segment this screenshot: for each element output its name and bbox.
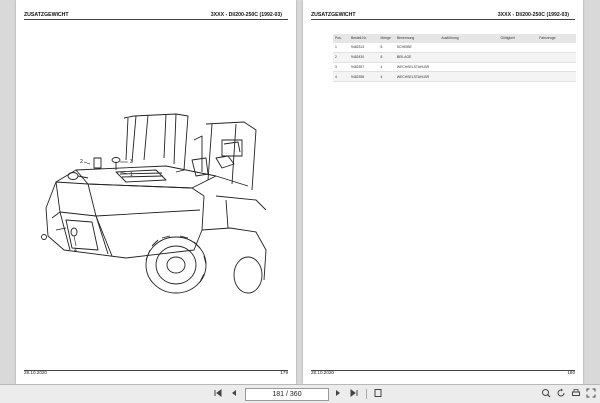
table-cell: [537, 42, 576, 53]
toolbar-separator: [366, 389, 367, 399]
footer-page-number: 179: [280, 370, 288, 375]
first-page-icon[interactable]: [212, 388, 224, 400]
parts-table: Pos. Bestell-Nr. Menge Benennung Ausführ…: [333, 34, 576, 83]
page-footer: 28.10.2020 180: [311, 370, 575, 378]
table-cell: [439, 62, 499, 73]
fullscreen-icon[interactable]: [585, 388, 597, 400]
callout-label: 1: [130, 172, 133, 178]
table-row: 4 9482398 4 WECHSELSTAHLBR: [333, 71, 576, 83]
table-cell: [498, 52, 538, 63]
header-model: 3XXX - DI/200-250C (1992-03): [497, 12, 569, 18]
callout-label: 2: [80, 159, 83, 165]
last-page-icon[interactable]: [348, 388, 360, 400]
table-header-row: Pos. Bestell-Nr. Menge Benennung Ausführ…: [333, 34, 576, 43]
page-number-input[interactable]: 181 / 360: [245, 388, 329, 401]
table-cell: [439, 71, 499, 83]
page-footer: 28.10.2020 179: [24, 370, 288, 378]
right-page: ZUSATZGEWICHT 3XXX - DI/200-250C (1992-0…: [303, 0, 583, 384]
column-header: Pos.: [333, 34, 349, 43]
fit-page-icon[interactable]: [372, 388, 384, 400]
table-row: 3 9482397 4 WECHSELSTAHLBR: [333, 62, 576, 73]
table-cell: WECHSELSTAHLBR: [394, 62, 440, 73]
forklift-counterweight-drawing: 2 3 1 4: [41, 113, 267, 294]
table-cell: [439, 42, 499, 53]
table-cell: 8: [378, 52, 395, 63]
table-cell: [439, 52, 499, 63]
column-header: Gültigkeit: [498, 34, 538, 43]
print-icon[interactable]: [570, 388, 582, 400]
table-cell: [537, 71, 576, 83]
table-cell: 4: [333, 71, 349, 83]
table-cell: 4: [378, 71, 395, 83]
header-title: ZUSATZGEWICHT: [311, 12, 356, 18]
table-cell: BEILAGE: [394, 52, 440, 63]
footer-date: 28.10.2020: [24, 370, 47, 375]
zoom-icon[interactable]: [540, 388, 552, 400]
table-row: 2 9482430 8 BEILAGE: [333, 52, 576, 63]
column-header: Menge: [378, 34, 395, 43]
table-cell: 8: [378, 42, 395, 53]
table-cell: [498, 71, 538, 83]
column-header: Ausführung: [439, 34, 499, 43]
document-viewer: ZUSATZGEWICHT 3XXX - DI/200-250C (1992-0…: [0, 0, 600, 384]
table-cell: 2: [333, 52, 349, 63]
table-cell: [498, 42, 538, 53]
table-cell: [537, 52, 576, 63]
footer-date: 28.10.2020: [311, 370, 334, 375]
table-cell: 9482397: [348, 62, 379, 73]
table-cell: 9482430: [348, 52, 379, 63]
header-rule: [311, 19, 575, 20]
column-header: Benennung: [394, 34, 440, 43]
footer-page-number: 180: [567, 370, 575, 375]
table-cell: [498, 62, 538, 73]
table-cell: SCHEIBE: [394, 42, 440, 53]
table-cell: 4: [378, 62, 395, 73]
table-cell: 3: [333, 62, 349, 73]
column-header: Fahrzeuge: [537, 34, 576, 43]
left-page: ZUSATZGEWICHT 3XXX - DI/200-250C (1992-0…: [16, 0, 296, 384]
prev-page-icon[interactable]: [228, 388, 240, 400]
rotate-icon[interactable]: [555, 388, 567, 400]
table-cell: 9482398: [348, 71, 379, 83]
table-row: 1 9482313 8 SCHEIBE: [333, 42, 576, 53]
table-cell: 9482313: [348, 42, 379, 53]
viewer-toolbar: 181 / 360: [0, 384, 600, 403]
table-cell: [537, 62, 576, 73]
header-rule: [24, 19, 288, 20]
header-title: ZUSATZGEWICHT: [24, 12, 69, 18]
header-model: 3XXX - DI/200-250C (1992-03): [210, 12, 282, 18]
table-cell: WECHSELSTAHLBR: [394, 71, 440, 83]
next-page-icon[interactable]: [332, 388, 344, 400]
table-cell: 1: [333, 42, 349, 53]
column-header: Bestell-Nr.: [348, 34, 379, 43]
callout-label: 4: [74, 248, 77, 254]
callout-label: 3: [130, 159, 133, 165]
